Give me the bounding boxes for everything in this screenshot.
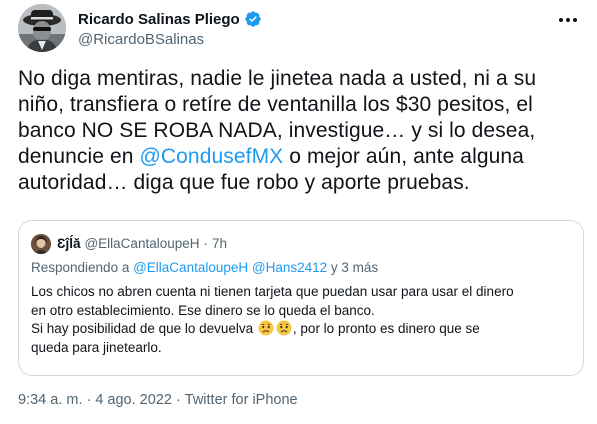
author-name-row: Ricardo Salinas Pliego bbox=[78, 10, 262, 28]
tweet-text-segment: o mejor aún, ante alguna bbox=[283, 145, 524, 168]
author-display-name[interactable]: Ricardo Salinas Pliego bbox=[78, 11, 240, 28]
tweet-line: autoridad… diga que fue robo y aporte pr… bbox=[18, 171, 470, 194]
worried-face-emoji-icon bbox=[276, 320, 292, 336]
quoted-line: Los chicos no abren cuenta ni tienen tar… bbox=[31, 284, 514, 299]
quoted-author-avatar[interactable] bbox=[31, 234, 51, 254]
tweet-date[interactable]: 4 ago. 2022 bbox=[95, 392, 172, 408]
mention-link[interactable]: @CondusefMX bbox=[139, 145, 283, 168]
quoted-text: Los chicos no abren cuenta ni tienen tar… bbox=[31, 283, 571, 357]
tweet-metadata: 9:34 a. m. · 4 ago. 2022 · Twitter for i… bbox=[18, 392, 298, 408]
replying-to-users[interactable]: @EllaCantaloupeH @Hans2412 bbox=[133, 260, 327, 275]
quoted-display-name[interactable]: Ɛĵĺă bbox=[57, 236, 80, 251]
author-avatar[interactable] bbox=[18, 4, 66, 52]
separator-dot: · bbox=[86, 392, 92, 408]
quoted-header: Ɛĵĺă @EllaCantaloupeH · 7h bbox=[57, 236, 227, 251]
quoted-line: en otro establecimiento. Ese dinero se l… bbox=[31, 302, 375, 318]
author-handle[interactable]: @RicardoBSalinas bbox=[78, 31, 204, 48]
tweet-source: Twitter for iPhone bbox=[184, 392, 298, 408]
separator-dot: · bbox=[175, 392, 181, 408]
quoted-text-segment: , por lo pronto es dinero que se bbox=[292, 321, 480, 336]
quoted-line: queda para jinetearlo. bbox=[31, 339, 162, 355]
quoted-tweet[interactable]: Ɛĵĺă @EllaCantaloupeH · 7h Respondiendo … bbox=[18, 220, 584, 376]
tweet-text: No diga mentiras, nadie le jinetea nada … bbox=[18, 66, 584, 196]
quoted-timestamp[interactable]: 7h bbox=[212, 236, 227, 251]
tweet-time[interactable]: 9:34 a. m. bbox=[18, 392, 82, 408]
profile-photo-icon bbox=[18, 4, 66, 52]
more-options-icon[interactable] bbox=[556, 10, 580, 30]
verified-badge-icon bbox=[245, 11, 261, 27]
replying-to-suffix: y 3 más bbox=[327, 260, 379, 275]
tweet-line: No diga mentiras, nadie le jinetea nada … bbox=[18, 67, 537, 90]
tweet-line: denuncie en @CondusefMX o mejor aún, ant… bbox=[18, 144, 584, 170]
quoted-line: Si hay posibilidad de que lo devuelva , … bbox=[31, 320, 571, 339]
tweet-text-segment: denuncie en bbox=[18, 145, 140, 168]
quoted-profile-photo-icon bbox=[31, 234, 51, 254]
tweet-line: niño, transfiera o retíre de ventanilla … bbox=[18, 93, 533, 116]
separator-dot: · bbox=[203, 236, 209, 251]
quoted-handle[interactable]: @EllaCantaloupeH bbox=[84, 236, 199, 251]
quoted-text-segment: Si hay posibilidad de que lo devuelva bbox=[31, 321, 257, 336]
tweet-line: banco NO SE ROBA NADA, investigue… y si … bbox=[18, 119, 536, 142]
tweet-header: Ricardo Salinas Pliego @RicardoBSalinas bbox=[18, 2, 584, 54]
replying-to-prefix: Respondiendo a bbox=[31, 260, 134, 275]
worried-face-emoji-icon bbox=[258, 320, 274, 336]
replying-to: Respondiendo a @EllaCantaloupeH @Hans241… bbox=[31, 260, 378, 275]
